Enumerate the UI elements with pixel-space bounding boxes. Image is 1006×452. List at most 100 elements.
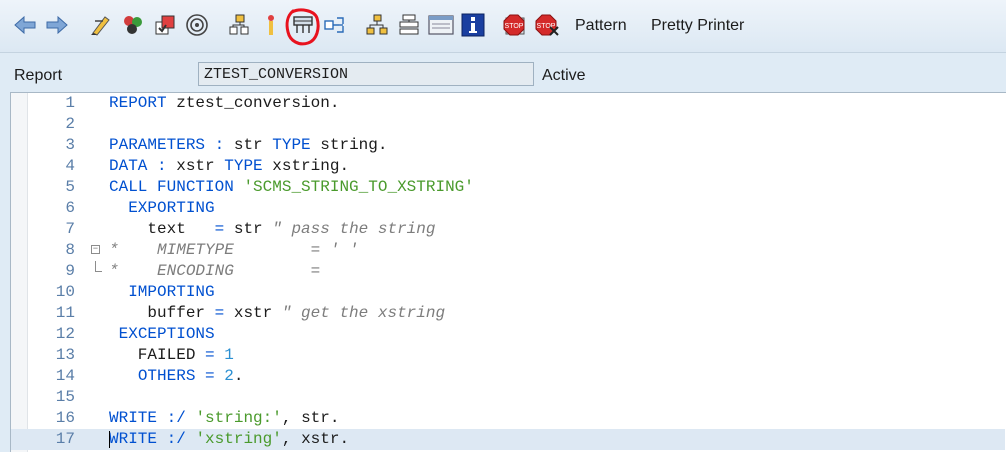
code-line[interactable]: 11 buffer = xstr " get the xstring: [11, 303, 1005, 324]
toggle-edit-icon[interactable]: [88, 12, 114, 38]
code-text: IMPORTING: [109, 282, 215, 303]
code-line[interactable]: 3 PARAMETERS : str TYPE string.: [11, 135, 1005, 156]
program-name-field: ZTEST_CONVERSION: [198, 62, 534, 86]
code-line[interactable]: 14 OTHERS = 2.: [11, 366, 1005, 387]
code-line[interactable]: 10 IMPORTING: [11, 282, 1005, 303]
line-number: 5: [65, 178, 75, 196]
code-line[interactable]: 16 WRITE :/ 'string:', str.: [11, 408, 1005, 429]
code-token: WRITE: [109, 409, 158, 427]
code-token: CALL FUNCTION: [109, 178, 234, 196]
code-line[interactable]: 7 text = str " pass the string: [11, 219, 1005, 240]
code-line[interactable]: 8 − * MIMETYPE = ' ': [11, 240, 1005, 261]
code-token: =: [205, 367, 215, 385]
code-token: buffer: [109, 304, 215, 322]
code-token: EXPORTING: [128, 199, 215, 217]
svg-text:STOP: STOP: [505, 23, 524, 30]
report-label: Report: [14, 67, 63, 84]
other-object-icon[interactable]: [120, 12, 146, 38]
line-number: 17: [55, 430, 75, 448]
program-header: Report ZTEST_CONVERSION Active: [0, 58, 1006, 92]
code-token: , str.: [281, 409, 340, 427]
code-line[interactable]: 5 CALL FUNCTION 'SCMS_STRING_TO_XSTRING': [11, 177, 1005, 198]
navigation-window-icon[interactable]: [322, 12, 348, 38]
back-arrow-icon[interactable]: [12, 12, 38, 38]
code-line[interactable]: 12 EXCEPTIONS: [11, 324, 1005, 345]
code-token: " get the xstring: [281, 304, 446, 322]
code-token: OTHERS: [137, 367, 196, 385]
code-token: IMPORTING: [128, 283, 215, 301]
code-token: =: [205, 346, 215, 364]
code-text: EXCEPTIONS: [109, 324, 215, 345]
forward-arrow-icon[interactable]: [44, 12, 70, 38]
check-icon[interactable]: [226, 12, 252, 38]
line-number: 11: [55, 304, 75, 322]
delete-breakpoint-icon[interactable]: STOP: [534, 12, 560, 38]
hierarchy-icon[interactable]: [364, 12, 390, 38]
code-token: =: [214, 304, 225, 322]
set-breakpoint-icon[interactable]: STOP: [502, 12, 528, 38]
line-number: 8: [65, 241, 75, 259]
code-text: * ENCODING =: [109, 261, 320, 282]
line-number: 4: [65, 157, 75, 175]
code-token: REPORT: [109, 94, 167, 112]
code-token: DATA: [109, 157, 148, 175]
display-object-list-icon[interactable]: [290, 12, 316, 38]
code-line[interactable]: 13 FAILED = 1: [11, 345, 1005, 366]
code-line[interactable]: 2: [11, 114, 1005, 135]
code-text: WRITE :/ 'xstring', xstr.: [109, 429, 349, 450]
code-token: ztest_conversion.: [166, 94, 340, 112]
where-used-icon[interactable]: [184, 12, 210, 38]
code-token: PARAMETERS: [109, 136, 206, 154]
code-line[interactable]: 17 WRITE :/ 'xstring', xstr.: [11, 429, 1005, 450]
code-token: 'SCMS_STRING_TO_XSTRING': [243, 178, 474, 196]
code-token: FAILED: [109, 346, 206, 364]
code-line[interactable]: 9 * ENCODING =: [11, 261, 1005, 282]
status-label: Active: [542, 67, 586, 84]
code-text: OTHERS = 2.: [109, 366, 244, 387]
code-line[interactable]: 1 REPORT ztest_conversion.: [11, 93, 1005, 114]
line-number: 1: [65, 94, 75, 112]
code-token: * ENCODING =: [109, 262, 321, 280]
code-token: .: [233, 367, 244, 385]
code-editor[interactable]: 1 REPORT ztest_conversion. 2 3 PARAMETERS : …: [10, 92, 1006, 452]
code-text: EXPORTING: [109, 198, 215, 219]
application-toolbar: STOP STOP Pattern Pretty Printer: [0, 0, 1006, 53]
test-icon[interactable]: [258, 12, 284, 38]
screen-icon[interactable]: [428, 12, 454, 38]
code-token: 'xstring': [195, 430, 282, 448]
code-line[interactable]: 4 DATA : xstr TYPE xstring.: [11, 156, 1005, 177]
line-number: 3: [65, 136, 75, 154]
code-line[interactable]: 15: [11, 387, 1005, 408]
inactive-objects-icon[interactable]: [396, 12, 422, 38]
code-line[interactable]: 6 EXPORTING: [11, 198, 1005, 219]
code-token: xstr: [224, 304, 282, 322]
code-token: EXCEPTIONS: [118, 325, 215, 343]
info-icon[interactable]: [460, 12, 486, 38]
code-token: * MIMETYPE = ' ': [109, 241, 359, 259]
code-token: TYPE: [224, 157, 263, 175]
code-text: FAILED = 1: [109, 345, 234, 366]
fold-end-marker-icon: [95, 261, 102, 272]
activate-icon[interactable]: [152, 12, 178, 38]
line-number: 15: [55, 388, 75, 406]
line-number: 7: [65, 220, 75, 238]
collapse-block-icon[interactable]: −: [91, 245, 100, 254]
pretty-printer-button[interactable]: Pretty Printer: [651, 17, 744, 35]
code-text: buffer = xstr " get the xstring: [109, 303, 445, 324]
code-text: text = str " pass the string: [109, 219, 435, 240]
line-number: 6: [65, 199, 75, 217]
pattern-button[interactable]: Pattern: [575, 17, 627, 35]
code-text: WRITE :/ 'string:', str.: [109, 408, 339, 429]
code-text: * MIMETYPE = ' ': [109, 240, 359, 261]
line-number: 13: [55, 346, 75, 364]
code-token: string.: [310, 136, 388, 154]
line-number: 16: [55, 409, 75, 427]
